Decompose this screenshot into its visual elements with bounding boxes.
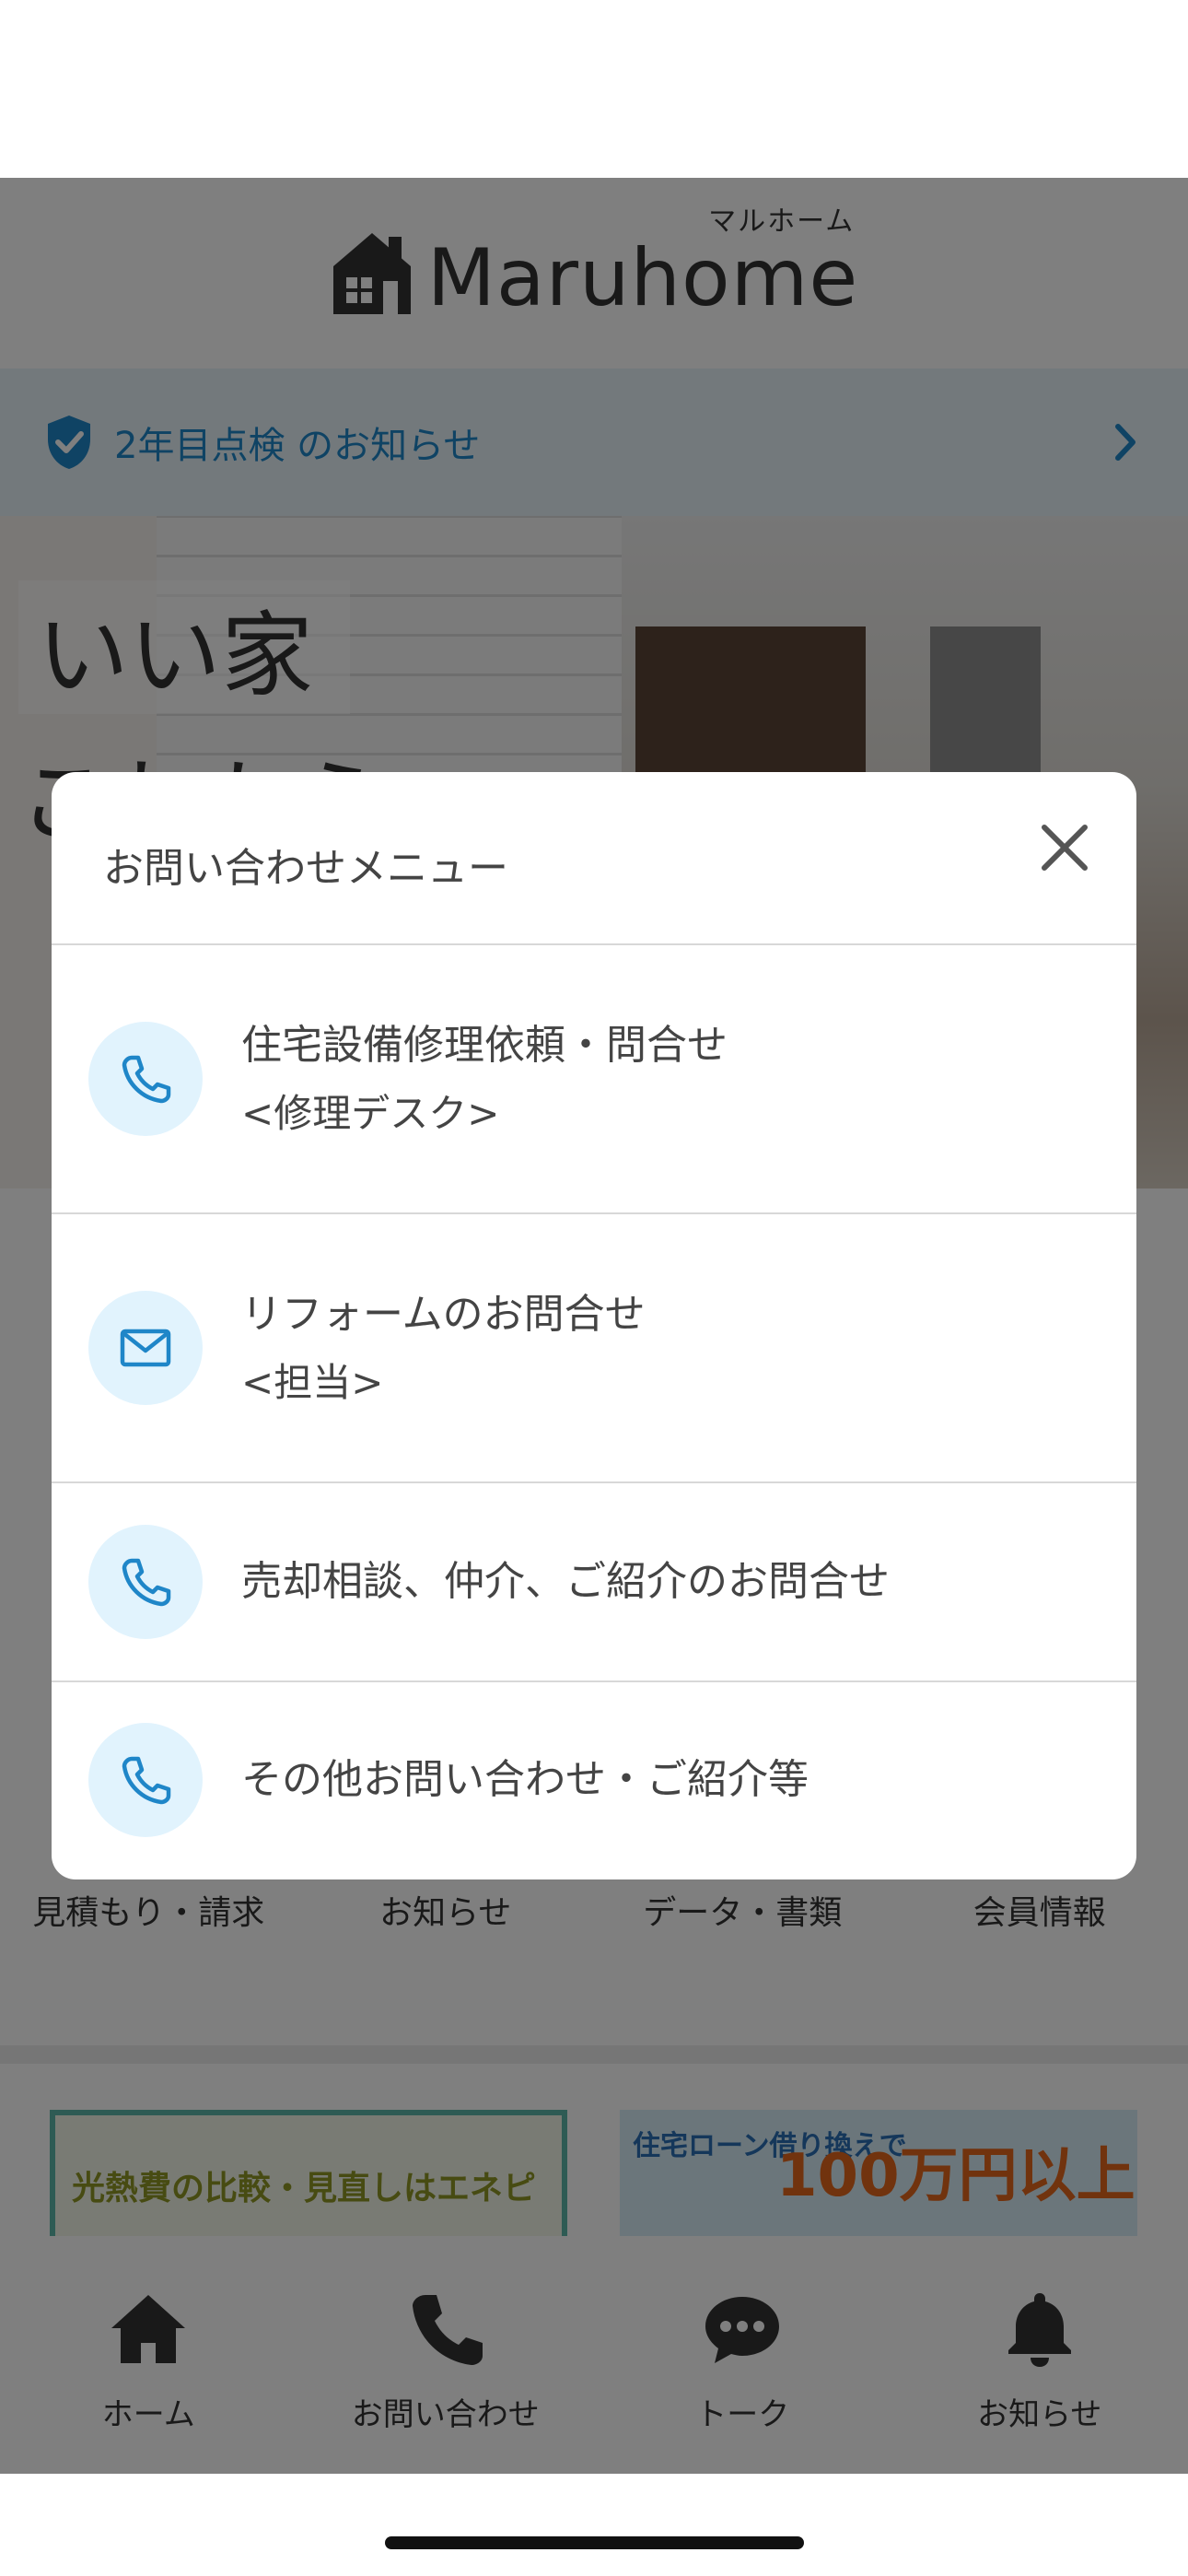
menu-item-label: リフォームのお問合せ — [241, 1290, 646, 1338]
contact-menu-modal: お問い合わせメニュー 住宅設備修理依頼・問合せ <修理デスク> リフォームのお問… — [52, 772, 1136, 1879]
home-indicator[interactable] — [385, 2536, 804, 2549]
mail-icon — [120, 1329, 171, 1367]
menu-item-icon-bg — [88, 1022, 203, 1136]
home-indicator-area — [0, 2474, 1188, 2576]
menu-item-icon-bg — [88, 1723, 203, 1837]
phone-icon — [122, 1756, 171, 1805]
menu-item-sublabel: <修理デスク> — [241, 1090, 500, 1136]
phone-icon — [122, 1558, 171, 1607]
close-icon[interactable] — [1039, 822, 1090, 873]
phone-icon — [122, 1055, 171, 1104]
menu-item-label: 売却相談、仲介、ご紹介のお問合せ — [241, 1557, 890, 1605]
menu-item-sale[interactable]: 売却相談、仲介、ご紹介のお問合せ — [52, 1483, 1136, 1682]
menu-item-label: その他お問い合わせ・ご紹介等 — [241, 1755, 809, 1803]
menu-item-icon-bg — [88, 1525, 203, 1639]
menu-item-sublabel: <担当> — [241, 1359, 384, 1405]
menu-item-other[interactable]: その他お問い合わせ・ご紹介等 — [52, 1682, 1136, 1878]
menu-item-icon-bg — [88, 1291, 203, 1405]
modal-header: お問い合わせメニュー — [52, 772, 1136, 945]
menu-item-reform[interactable]: リフォームのお問合せ <担当> — [52, 1214, 1136, 1483]
status-bar-area — [0, 0, 1188, 178]
modal-title: お問い合わせメニュー — [103, 845, 508, 892]
menu-item-label: 住宅設備修理依頼・問合せ — [241, 1021, 728, 1069]
menu-item-repair[interactable]: 住宅設備修理依頼・問合せ <修理デスク> — [52, 945, 1136, 1214]
